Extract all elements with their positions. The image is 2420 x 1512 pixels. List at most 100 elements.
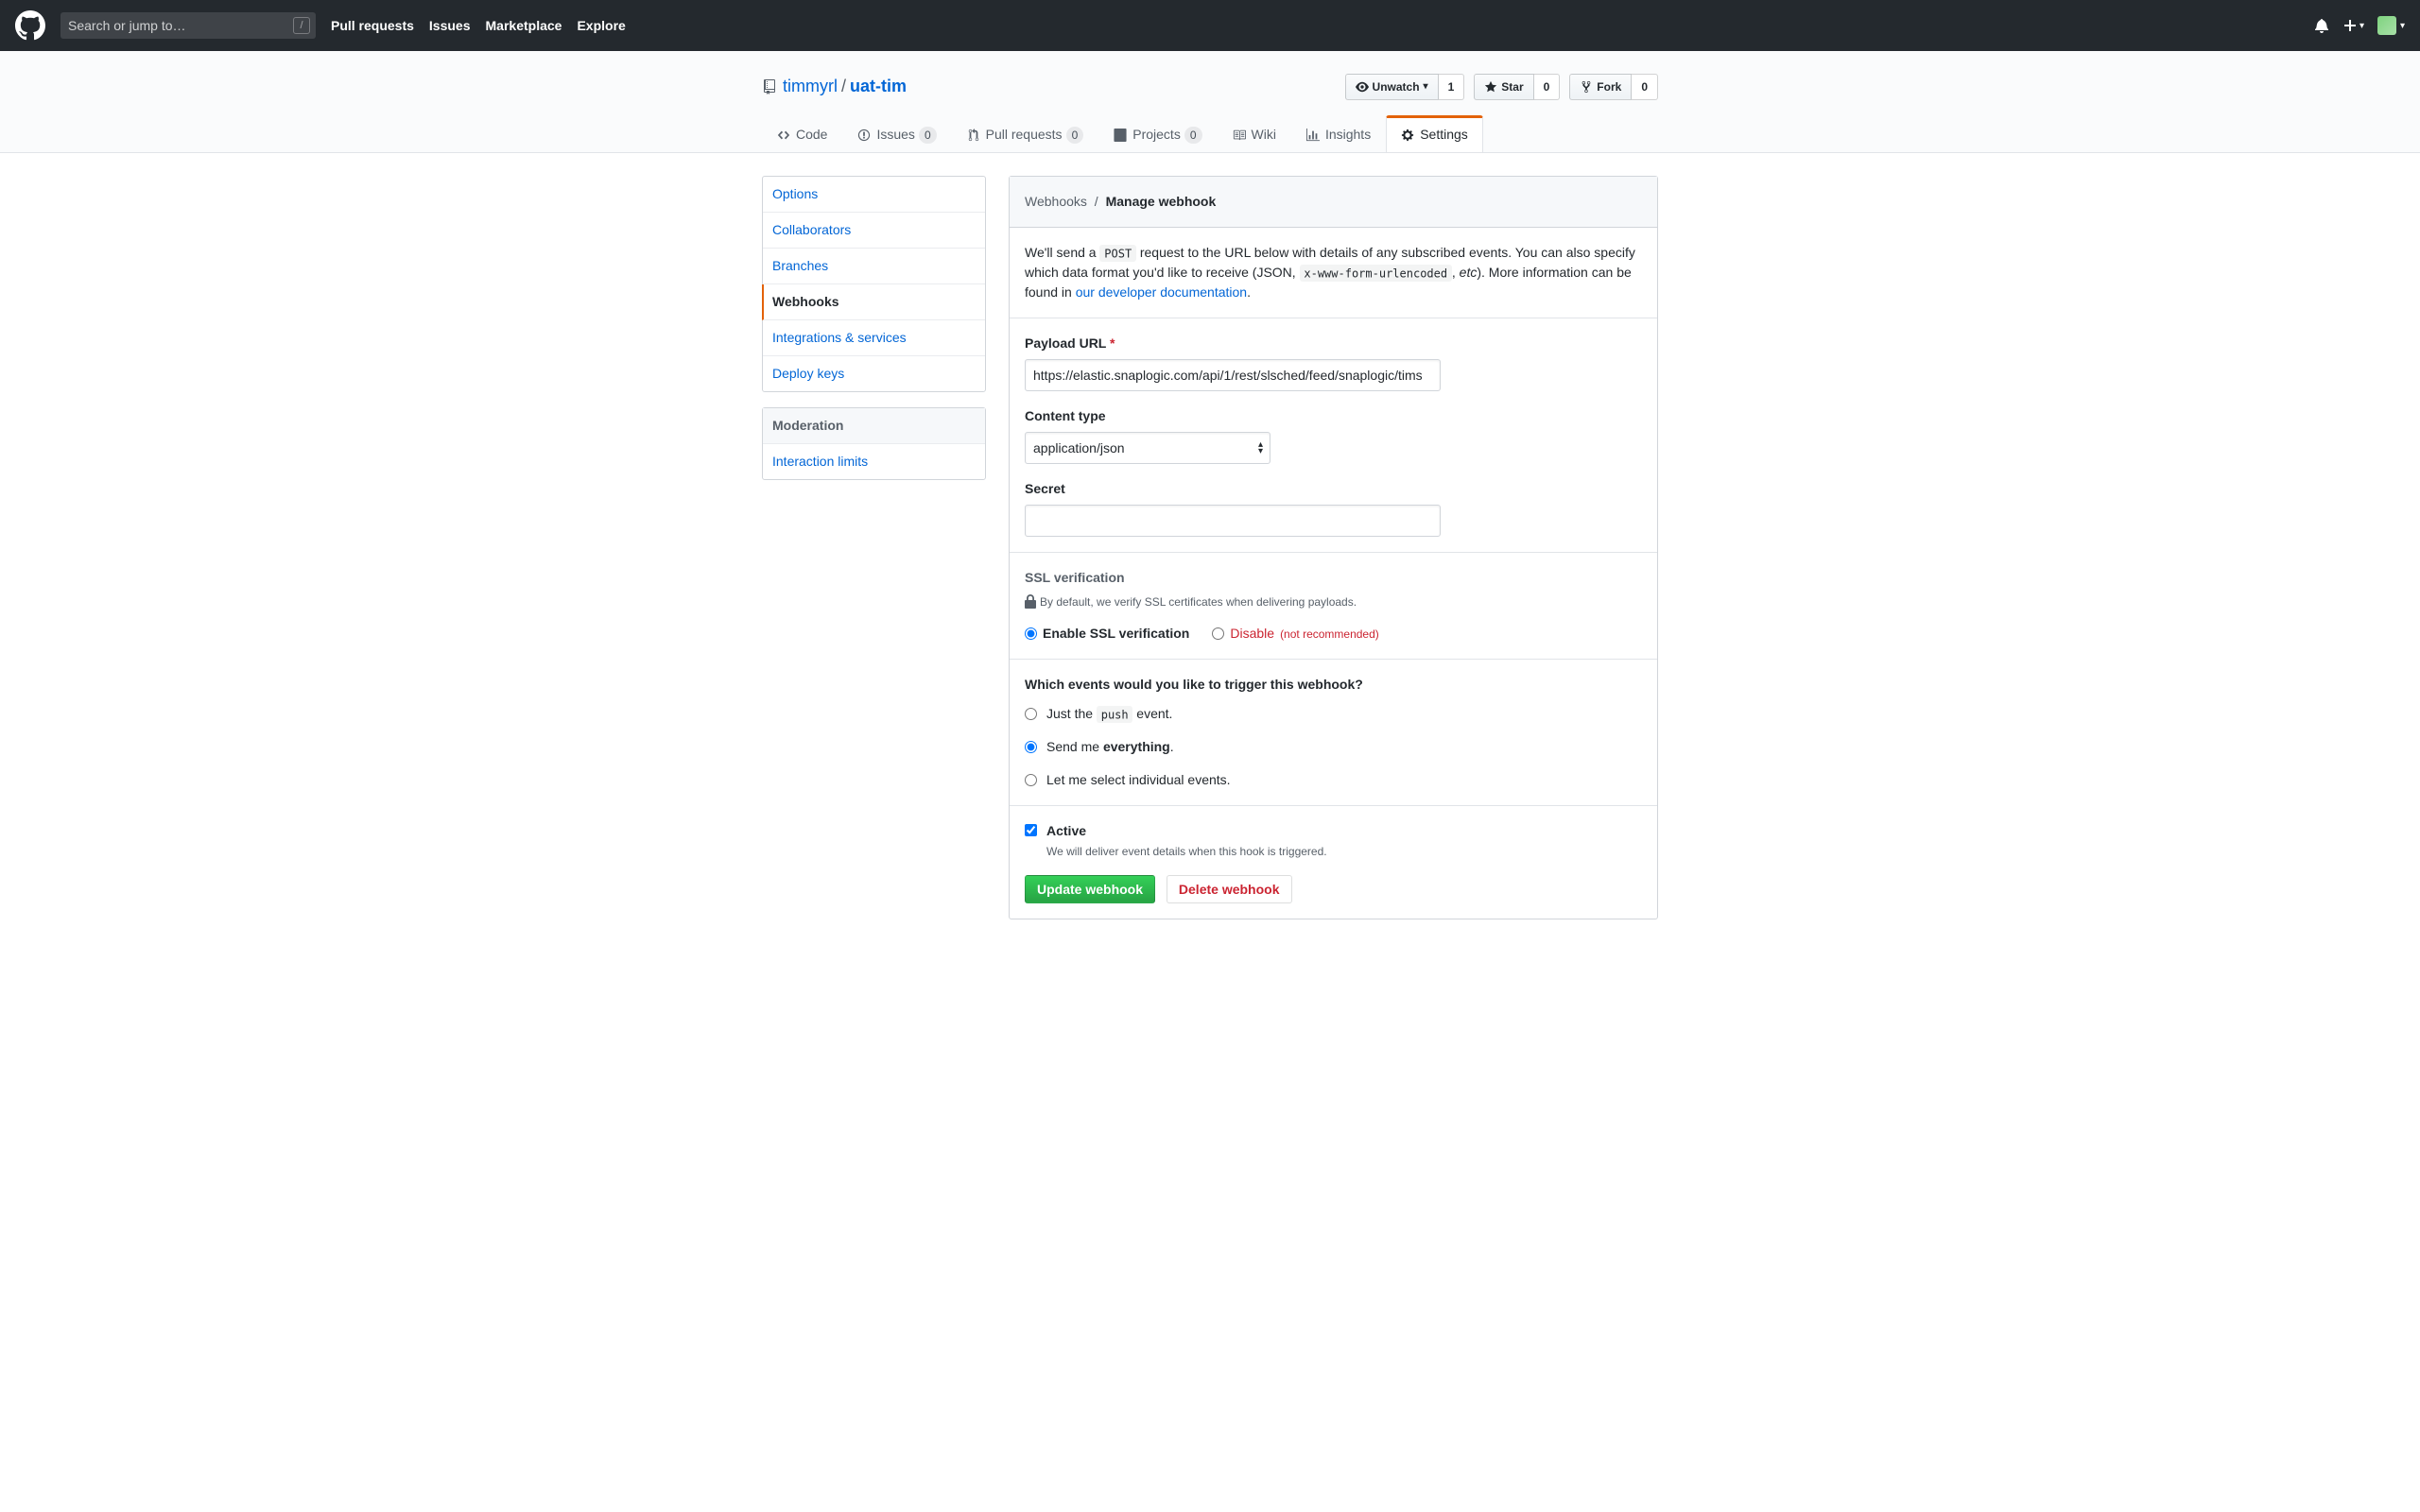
payload-url-label: Payload URL *: [1025, 334, 1642, 353]
repo-owner-link[interactable]: timmyrl: [783, 74, 838, 99]
sidebar-item-integrations[interactable]: Integrations & services: [763, 320, 985, 356]
events-heading: Which events would you like to trigger t…: [1025, 675, 1642, 695]
header-right: ▾ ▾: [2314, 16, 2405, 35]
events-push-label: Just the push event.: [1046, 704, 1172, 724]
sidebar-item-options[interactable]: Options: [763, 177, 985, 213]
events-push-radio[interactable]: [1025, 708, 1037, 720]
settings-menu: Options Collaborators Branches Webhooks …: [762, 176, 986, 392]
ssl-disable-label: Disable: [1230, 624, 1274, 644]
book-icon: [1233, 129, 1246, 142]
update-webhook-button[interactable]: Update webhook: [1025, 875, 1155, 903]
header-nav: Pull requests Issues Marketplace Explore: [331, 16, 626, 36]
sidebar-item-webhooks[interactable]: Webhooks: [762, 284, 985, 320]
payload-url-input[interactable]: [1025, 359, 1441, 391]
sidebar-item-branches[interactable]: Branches: [763, 249, 985, 284]
repo-head-wrap: timmyrl / uat-tim Unwatch ▾ 1 Star: [0, 51, 2420, 153]
required-asterisk: *: [1110, 335, 1115, 351]
tab-wiki[interactable]: Wiki: [1218, 115, 1291, 152]
ssl-disable-option[interactable]: Disable (not recommended): [1212, 624, 1378, 644]
tab-settings[interactable]: Settings: [1386, 115, 1483, 152]
events-everything-option[interactable]: Send me everything.: [1025, 737, 1642, 757]
etc-text: etc: [1460, 265, 1478, 280]
events-everything-label: Send me everything.: [1046, 737, 1174, 757]
tab-insights[interactable]: Insights: [1291, 115, 1386, 152]
tab-code[interactable]: Code: [762, 115, 842, 152]
repo-title: timmyrl / uat-tim: [762, 74, 907, 99]
search-input[interactable]: [60, 12, 316, 39]
plus-icon: [2342, 18, 2358, 33]
moderation-heading: Moderation: [763, 408, 985, 444]
ssl-disable-note: (not recommended): [1280, 626, 1379, 643]
search-wrap: /: [60, 12, 316, 39]
fork-group: Fork 0: [1569, 74, 1658, 100]
ssl-disable-radio[interactable]: [1212, 627, 1224, 640]
urlencoded-code: x-www-form-urlencoded: [1300, 265, 1452, 283]
ssl-enable-option[interactable]: Enable SSL verification: [1025, 624, 1189, 644]
post-code: POST: [1099, 245, 1136, 263]
tab-issues[interactable]: Issues0: [842, 115, 951, 152]
create-new-menu[interactable]: ▾: [2342, 18, 2364, 33]
tab-insights-label: Insights: [1325, 125, 1371, 145]
repo-actions: Unwatch ▾ 1 Star 0 Fork: [1345, 74, 1658, 100]
events-individual-option[interactable]: Let me select individual events.: [1025, 770, 1642, 790]
fork-count[interactable]: 0: [1632, 74, 1658, 100]
ssl-enable-radio[interactable]: [1025, 627, 1037, 640]
issues-count: 0: [919, 127, 937, 144]
events-everything-radio[interactable]: [1025, 741, 1037, 753]
repo-head: timmyrl / uat-tim Unwatch ▾ 1 Star: [762, 74, 1658, 100]
tab-projects[interactable]: Projects0: [1098, 115, 1217, 152]
user-menu[interactable]: ▾: [2377, 16, 2405, 35]
search-hotkey-badge: /: [293, 17, 310, 34]
tab-code-label: Code: [796, 125, 827, 145]
caret-down-icon: ▾: [2400, 19, 2405, 33]
tab-settings-label: Settings: [1420, 125, 1468, 145]
sidebar-item-collaborators[interactable]: Collaborators: [763, 213, 985, 249]
star-count[interactable]: 0: [1534, 74, 1561, 100]
secret-input[interactable]: [1025, 505, 1441, 537]
tab-pull-requests[interactable]: Pull requests0: [952, 115, 1099, 152]
caret-down-icon: ▾: [1424, 77, 1428, 96]
unwatch-label: Unwatch: [1373, 77, 1420, 96]
graph-icon: [1306, 129, 1320, 142]
breadcrumb-sep: /: [1095, 194, 1098, 209]
content-type-select[interactable]: application/json: [1025, 432, 1270, 464]
star-icon: [1484, 80, 1497, 94]
events-push-option[interactable]: Just the push event.: [1025, 704, 1642, 724]
secret-group: Secret: [1025, 479, 1642, 537]
form-section: Payload URL * Content type application/j…: [1010, 318, 1657, 553]
delete-webhook-button[interactable]: Delete webhook: [1167, 875, 1292, 903]
intro-text: We'll send a POST request to the URL bel…: [1010, 228, 1657, 318]
star-button[interactable]: Star: [1474, 74, 1533, 100]
eye-icon: [1356, 80, 1369, 94]
events-individual-radio[interactable]: [1025, 774, 1037, 786]
active-checkbox[interactable]: [1025, 824, 1037, 836]
active-label: Active: [1046, 821, 1327, 841]
unwatch-button[interactable]: Unwatch ▾: [1345, 74, 1439, 100]
github-logo-icon[interactable]: [15, 10, 45, 41]
watch-group: Unwatch ▾ 1: [1345, 74, 1465, 100]
header-left: / Pull requests Issues Marketplace Explo…: [15, 10, 2314, 41]
nav-explore[interactable]: Explore: [577, 16, 625, 36]
breadcrumb-root[interactable]: Webhooks: [1025, 194, 1087, 209]
code-icon: [777, 129, 790, 142]
bell-icon[interactable]: [2314, 18, 2329, 33]
repo-tabs: Code Issues0 Pull requests0 Projects0 Wi…: [762, 115, 1658, 152]
sidebar-item-interaction-limits[interactable]: Interaction limits: [763, 444, 985, 479]
projects-count: 0: [1184, 127, 1202, 144]
sidebar-item-deploy-keys[interactable]: Deploy keys: [763, 356, 985, 391]
events-individual-label: Let me select individual events.: [1046, 770, 1231, 790]
watch-count[interactable]: 1: [1439, 74, 1465, 100]
prs-count: 0: [1066, 127, 1084, 144]
nav-issues[interactable]: Issues: [429, 16, 471, 36]
pr-icon: [967, 129, 980, 142]
project-icon: [1114, 129, 1127, 142]
nav-marketplace[interactable]: Marketplace: [486, 16, 562, 36]
ssl-heading: SSL verification: [1025, 568, 1642, 588]
separator: /: [841, 74, 846, 99]
docs-link[interactable]: our developer documentation: [1076, 284, 1247, 300]
repo-name-link[interactable]: uat-tim: [850, 74, 907, 99]
fork-button[interactable]: Fork: [1569, 74, 1632, 100]
repo-icon: [762, 79, 777, 94]
tab-prs-label: Pull requests: [986, 125, 1063, 145]
nav-pull-requests[interactable]: Pull requests: [331, 16, 414, 36]
